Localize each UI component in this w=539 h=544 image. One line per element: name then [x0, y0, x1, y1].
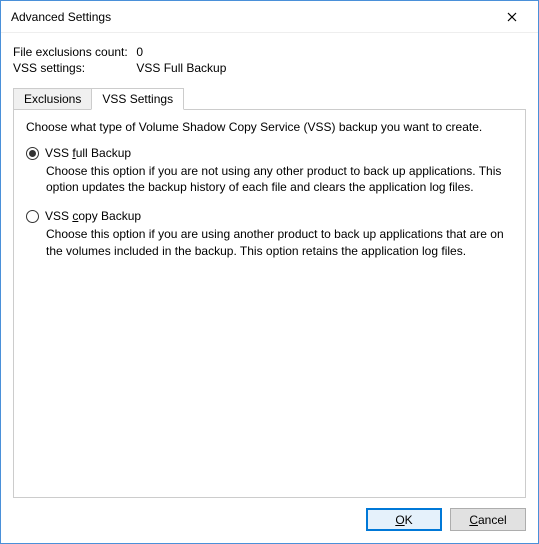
radio-vss-copy[interactable]: [26, 210, 39, 223]
ok-button[interactable]: OK: [366, 508, 442, 531]
tab-strip: Exclusions VSS Settings: [13, 87, 526, 109]
tabs-container: Exclusions VSS Settings Choose what type…: [13, 87, 526, 498]
option-vss-copy-label: VSS copy Backup: [45, 209, 141, 223]
vss-settings-label: VSS settings:: [13, 61, 133, 75]
vss-settings-value: VSS Full Backup: [136, 61, 226, 75]
option-vss-full-header[interactable]: VSS full Backup: [26, 146, 513, 160]
window-title: Advanced Settings: [11, 10, 111, 24]
option-vss-full-label: VSS full Backup: [45, 146, 131, 160]
close-icon: [507, 12, 517, 22]
exclusions-count-value: 0: [136, 45, 143, 59]
advanced-settings-dialog: Advanced Settings File exclusions count:…: [0, 0, 539, 544]
exclusions-count-label: File exclusions count:: [13, 45, 133, 59]
radio-vss-full[interactable]: [26, 147, 39, 160]
option-vss-copy-desc: Choose this option if you are using anot…: [46, 226, 513, 258]
tab-exclusions[interactable]: Exclusions: [13, 88, 92, 110]
option-vss-full-desc: Choose this option if you are not using …: [46, 163, 513, 195]
option-vss-full: VSS full Backup Choose this option if yo…: [26, 146, 513, 195]
panel-description: Choose what type of Volume Shadow Copy S…: [26, 120, 513, 134]
cancel-button[interactable]: Cancel: [450, 508, 526, 531]
exclusions-count-row: File exclusions count: 0: [13, 45, 526, 59]
close-button[interactable]: [492, 3, 532, 31]
vss-settings-row: VSS settings: VSS Full Backup: [13, 61, 526, 75]
titlebar: Advanced Settings: [1, 1, 538, 33]
option-vss-copy: VSS copy Backup Choose this option if yo…: [26, 209, 513, 258]
dialog-content: File exclusions count: 0 VSS settings: V…: [1, 33, 538, 498]
tab-vss-settings[interactable]: VSS Settings: [91, 88, 184, 110]
dialog-footer: OK Cancel: [1, 498, 538, 543]
tab-panel-vss: Choose what type of Volume Shadow Copy S…: [13, 109, 526, 498]
option-vss-copy-header[interactable]: VSS copy Backup: [26, 209, 513, 223]
